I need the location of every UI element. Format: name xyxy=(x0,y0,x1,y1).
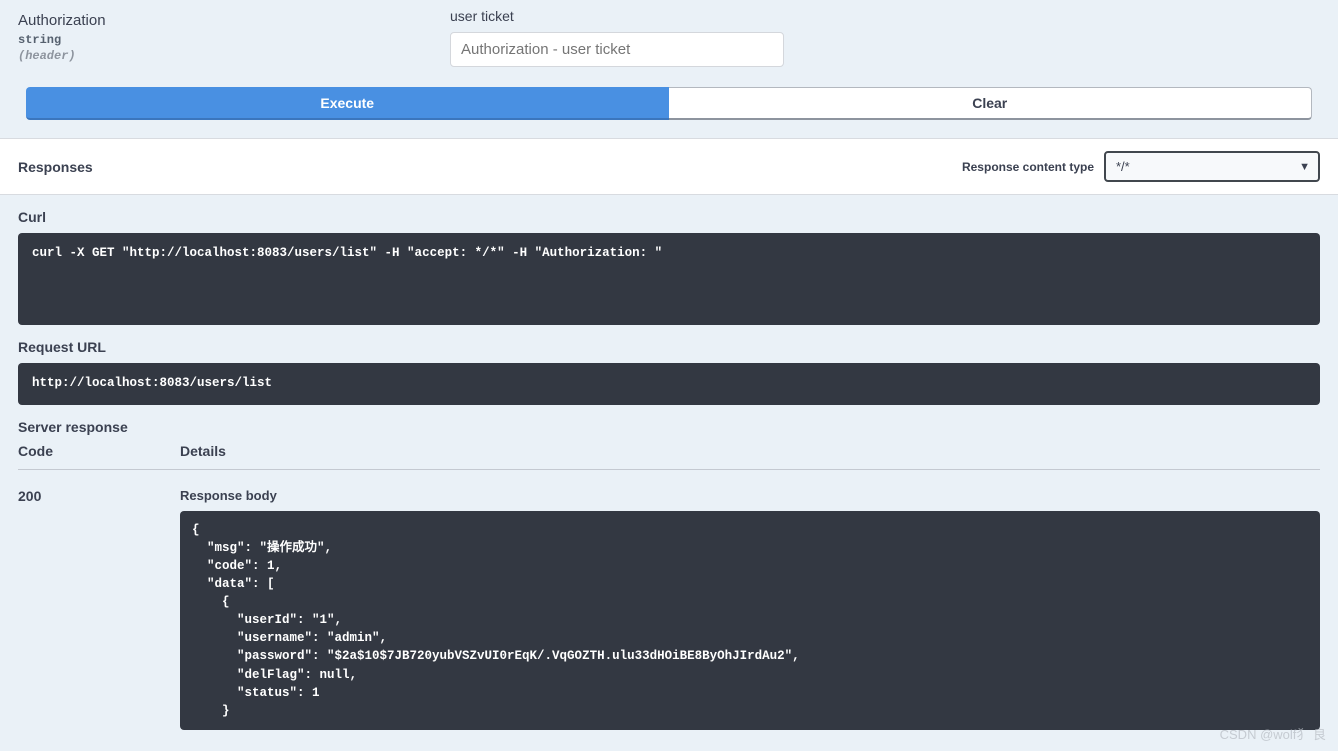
parameter-name: Authorization xyxy=(18,12,450,29)
responses-title: Responses xyxy=(18,159,93,175)
parameter-in: (header) xyxy=(18,49,450,63)
server-response-label: Server response xyxy=(18,419,1320,435)
content-type-label: Response content type xyxy=(962,160,1094,174)
clear-button[interactable]: Clear xyxy=(669,87,1313,120)
request-url-label: Request URL xyxy=(18,339,1320,355)
response-table-head: Code Details xyxy=(18,443,1320,470)
request-url-value: http://localhost:8083/users/list xyxy=(18,363,1320,405)
response-table: Code Details 200 Response body { "msg": … xyxy=(18,443,1320,730)
button-row: Execute Clear xyxy=(0,87,1338,120)
response-code: 200 xyxy=(18,488,180,730)
curl-section: Curl curl -X GET "http://localhost:8083/… xyxy=(0,195,1338,325)
response-body-label: Response body xyxy=(180,488,1320,503)
response-row: 200 Response body { "msg": "操作成功", "code… xyxy=(18,470,1320,730)
authorization-input[interactable] xyxy=(450,32,784,67)
code-header: Code xyxy=(18,443,180,459)
parameter-value: user ticket xyxy=(450,8,1320,67)
execute-button[interactable]: Execute xyxy=(26,87,669,120)
response-details: Response body { "msg": "操作成功", "code": 1… xyxy=(180,488,1320,730)
parameters-section: Authorization string (header) user ticke… xyxy=(0,0,1338,87)
curl-label: Curl xyxy=(18,209,1320,225)
parameter-type: string xyxy=(18,33,450,47)
details-header: Details xyxy=(180,443,1320,459)
response-body: { "msg": "操作成功", "code": 1, "data": [ { … xyxy=(180,511,1320,730)
server-response-section: Server response Code Details 200 Respons… xyxy=(0,405,1338,730)
content-type-wrap: Response content type */* ▼ xyxy=(962,151,1320,182)
parameter-description: user ticket xyxy=(450,8,1320,24)
watermark: CSDN @wolf犭 良 xyxy=(1220,724,1326,743)
curl-command: curl -X GET "http://localhost:8083/users… xyxy=(18,233,1320,325)
parameter-row: Authorization string (header) user ticke… xyxy=(18,8,1320,67)
content-type-select[interactable]: */* xyxy=(1104,151,1320,182)
request-url-section: Request URL http://localhost:8083/users/… xyxy=(0,325,1338,405)
responses-bar: Responses Response content type */* ▼ xyxy=(0,138,1338,195)
parameter-meta: Authorization string (header) xyxy=(18,8,450,67)
